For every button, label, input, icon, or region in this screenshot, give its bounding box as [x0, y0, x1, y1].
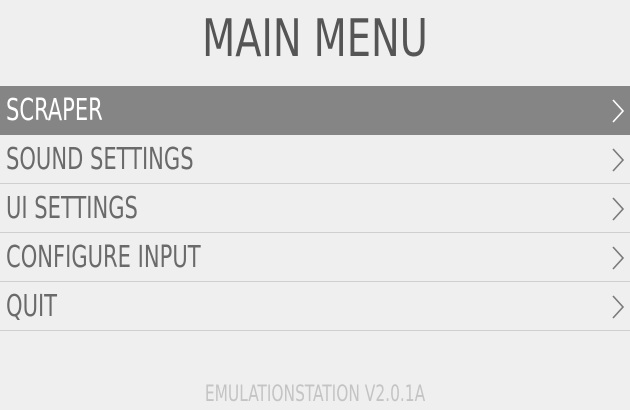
menu-item-sound-settings[interactable]: SOUND SETTINGS — [0, 135, 630, 184]
menu-item-scraper[interactable]: SCRAPER — [0, 86, 630, 135]
chevron-right-icon — [610, 245, 626, 271]
menu-item-quit[interactable]: QUIT — [0, 282, 630, 331]
menu-item-label: QUIT — [6, 289, 58, 324]
menu-item-label: SOUND SETTINGS — [6, 142, 194, 177]
menu-item-label: SCRAPER — [6, 93, 103, 128]
page-title: MAIN MENU — [202, 9, 428, 69]
menu-item-label: CONFIGURE INPUT — [6, 240, 201, 275]
chevron-right-icon — [610, 147, 626, 173]
menu-item-label: UI SETTINGS — [6, 191, 138, 226]
menu-item-ui-settings[interactable]: UI SETTINGS — [0, 184, 630, 233]
main-menu-list: SCRAPER SOUND SETTINGS UI SETTINGS CONFI… — [0, 86, 630, 331]
chevron-right-icon — [610, 98, 626, 124]
chevron-right-icon — [610, 196, 626, 222]
chevron-right-icon — [610, 294, 626, 320]
menu-item-configure-input[interactable]: CONFIGURE INPUT — [0, 233, 630, 282]
version-label: EMULATIONSTATION V2.0.1A — [204, 382, 426, 407]
